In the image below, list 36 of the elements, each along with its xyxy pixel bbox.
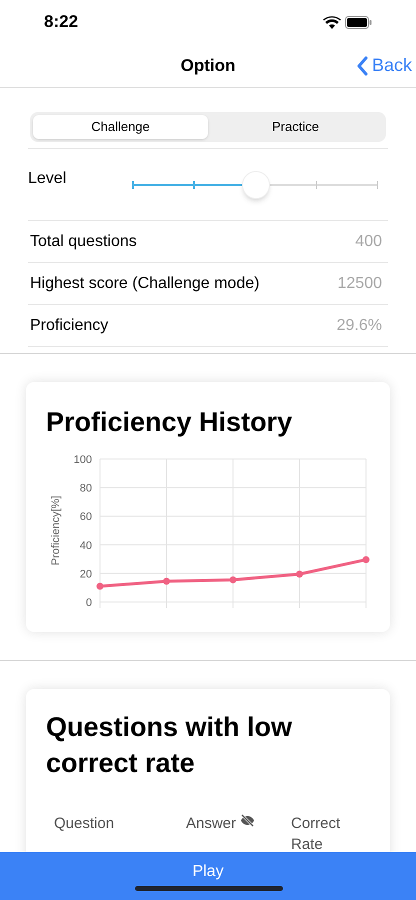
nav-title: Option (180, 54, 236, 77)
y-axis-label: Proficiency[%] (50, 495, 62, 565)
play-button[interactable]: Play (0, 852, 416, 900)
stat-value: 12500 (338, 274, 382, 294)
data-point (230, 576, 236, 583)
card-title: Proficiency History (46, 406, 294, 439)
level-label: Level (28, 168, 68, 188)
stat-label: Total questions (30, 232, 137, 252)
wifi-icon (323, 16, 341, 28)
battery-icon (345, 16, 372, 28)
column-header: Question (54, 814, 116, 834)
stat-label: Proficiency (30, 316, 108, 336)
back-button[interactable]: Back (356, 52, 412, 79)
data-point (362, 556, 370, 563)
slider-thumb[interactable] (242, 170, 270, 198)
mode-tab[interactable]: Challenge (33, 115, 208, 139)
y-tick-label: 0 (86, 596, 92, 608)
y-tick-label: 80 (80, 482, 92, 494)
y-tick-label: 100 (74, 454, 92, 466)
card-title: Questions with low correct rate (46, 711, 294, 780)
mode-tab[interactable]: Practice (208, 115, 383, 139)
status-time: 8:22 (44, 11, 78, 34)
y-tick-label: 40 (80, 539, 92, 552)
level-slider[interactable] (133, 170, 378, 198)
data-point (296, 570, 303, 578)
stat-label: Highest score (Challenge mode) (30, 274, 260, 294)
chevron-left-icon (356, 56, 368, 76)
stat-value: 400 (355, 232, 382, 252)
eye-off-icon[interactable] (240, 814, 256, 827)
data-point (163, 577, 170, 584)
y-tick-label: 20 (80, 568, 92, 580)
data-point (96, 582, 104, 590)
stat-value: 29.6% (336, 316, 382, 336)
column-header: Correct Rate (291, 814, 342, 852)
y-tick-label: 60 (80, 510, 92, 523)
column-header: Answer (186, 814, 236, 834)
